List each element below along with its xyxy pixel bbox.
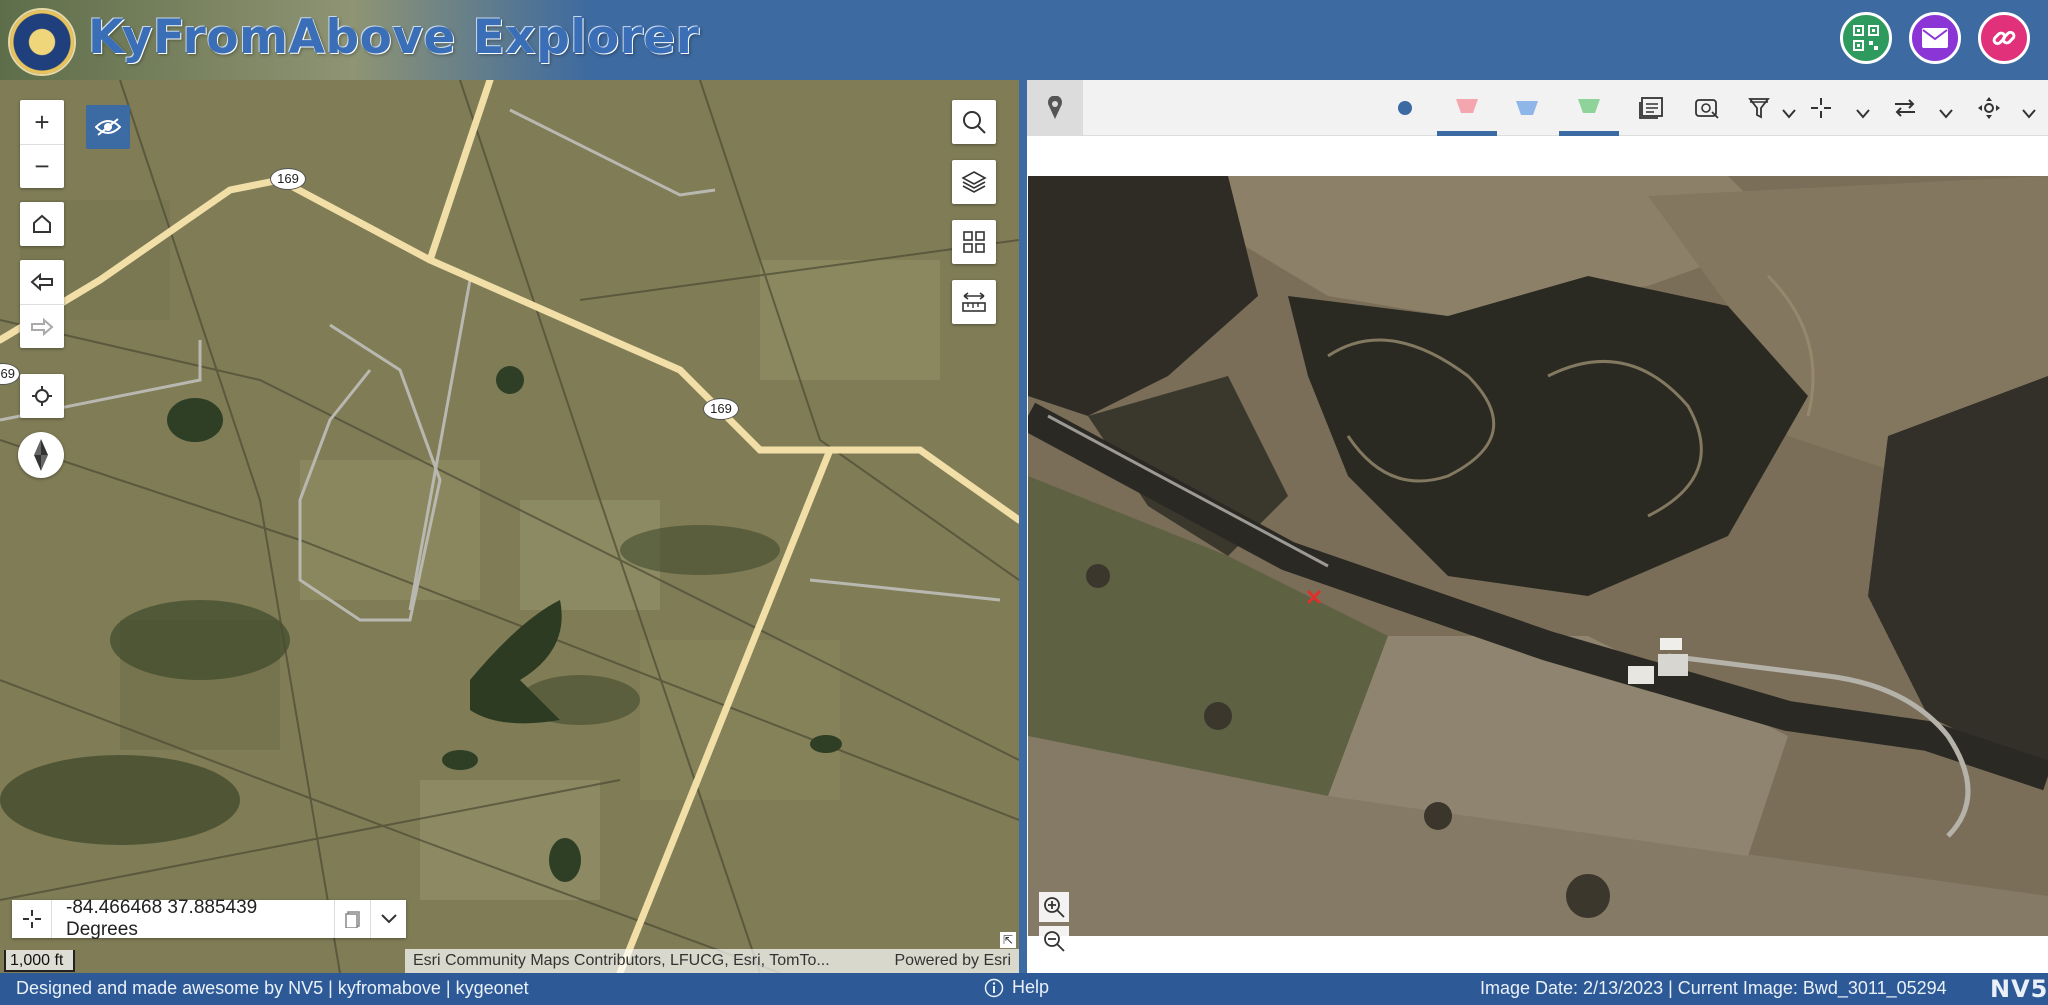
dot-icon (1398, 101, 1412, 115)
basemap-view[interactable]: 169 169 69 + − -84.466468 37.885439 Degr… (0, 80, 1019, 973)
coordinate-conversion-bar: -84.466468 37.885439 Degrees (12, 897, 406, 940)
pin-icon (1048, 96, 1062, 119)
image-toolbar (1027, 80, 2048, 136)
layers-button[interactable] (952, 160, 996, 204)
home-button[interactable] (20, 202, 64, 246)
search-icon (963, 111, 986, 134)
previous-extent-button[interactable] (20, 260, 64, 304)
image-info: Image Date: 2/13/2023 | Current Image: B… (1480, 978, 1947, 998)
image-list-button[interactable] (1621, 80, 1681, 136)
zoom-out-icon (1044, 931, 1065, 952)
zoom-in-button[interactable]: + (20, 100, 64, 144)
image-filter-icon (1695, 99, 1719, 119)
blue-trapezoid-icon (1516, 101, 1538, 115)
pan-button[interactable] (1959, 80, 2019, 136)
locate-button[interactable] (20, 374, 64, 418)
attribution-text: Esri Community Maps Contributors, LFUCG,… (413, 952, 830, 969)
nv5-logo: NV5 (1990, 975, 2048, 1003)
basemap-gallery-icon (963, 231, 985, 253)
pane-divider[interactable] (1019, 80, 1027, 973)
oblique-aerial-image[interactable] (1028, 176, 2048, 936)
pin-location-button[interactable] (1027, 80, 1083, 136)
basemap-gallery-button[interactable] (952, 220, 996, 264)
zoom-out-button[interactable]: − (20, 144, 64, 188)
navigation-history (20, 260, 64, 348)
arrow-left-icon (30, 273, 53, 291)
link-icon (1992, 30, 2016, 46)
arrow-right-icon (31, 317, 54, 336)
point-view-button[interactable] (1375, 80, 1435, 136)
swap-icon (1895, 99, 1915, 117)
compass-button[interactable] (18, 432, 64, 478)
crosshair-dropdown-icon[interactable] (1856, 106, 1870, 122)
locate-icon (32, 386, 52, 406)
image-list-icon (1639, 97, 1663, 119)
crosshair-icon (1811, 98, 1831, 118)
oblique-image-viewer (1027, 80, 2048, 973)
home-control (20, 202, 64, 246)
kentucky-seal-logo (8, 8, 76, 76)
zoom-controls: + − (20, 100, 64, 188)
email-icon (1922, 28, 1948, 48)
help-button[interactable]: Help (984, 977, 1049, 998)
search-button[interactable] (952, 100, 996, 144)
measure-button[interactable] (952, 280, 996, 324)
image-zoom-out-button[interactable] (1039, 926, 1069, 956)
filter-button[interactable] (1729, 80, 1789, 136)
coordinate-options-button[interactable] (370, 900, 406, 938)
pan-dropdown-icon[interactable] (2022, 106, 2036, 122)
share-link-button[interactable] (1978, 12, 2030, 64)
coordinate-readout: -84.466468 37.885439 Degrees (66, 897, 258, 940)
email-button[interactable] (1909, 12, 1961, 64)
funnel-icon (1748, 98, 1770, 119)
pan-icon (1978, 97, 2000, 119)
measure-icon (962, 292, 986, 312)
image-filter-button[interactable] (1677, 80, 1737, 136)
footer-credits[interactable]: Designed and made awesome by NV5 | kyfro… (16, 978, 529, 999)
help-label: Help (1012, 977, 1050, 997)
expand-attribution-button[interactable]: ⇱ (1000, 932, 1016, 948)
qr-code-icon (1853, 25, 1879, 51)
route-shield: 169 (270, 168, 306, 190)
green-trapezoid-icon (1578, 98, 1600, 113)
blue-view-button[interactable] (1497, 80, 1557, 136)
swap-dropdown-icon[interactable] (1939, 106, 1953, 122)
app-header: KyFromAbove Explorer (0, 0, 2048, 80)
route-shield: 169 (703, 398, 739, 420)
aerial-basemap[interactable] (0, 80, 1019, 973)
image-zoom-in-button[interactable] (1039, 892, 1069, 922)
eye-slash-icon (95, 118, 121, 136)
info-icon (984, 978, 1004, 997)
copy-icon (344, 911, 360, 928)
app-footer: Designed and made awesome by NV5 | kyfro… (0, 973, 2048, 1005)
pink-view-button[interactable] (1437, 80, 1497, 136)
qr-code-button[interactable] (1840, 12, 1892, 64)
compass-icon (34, 439, 48, 471)
home-icon (33, 214, 51, 233)
app-title: KyFromAbove Explorer (88, 10, 700, 65)
pink-trapezoid-icon (1456, 98, 1478, 113)
powered-by-esri[interactable]: Powered by Esri (895, 952, 1012, 970)
basemap-toggle-button[interactable] (86, 105, 130, 149)
capture-location-button[interactable] (12, 900, 52, 938)
locate-control (20, 374, 64, 418)
zoom-in-icon (1044, 897, 1065, 918)
crosshair-icon (22, 910, 41, 928)
scale-bar: 1,000 ft (4, 950, 76, 972)
swap-button[interactable] (1875, 80, 1935, 136)
chevron-down-icon (380, 914, 397, 924)
copy-coordinates-button[interactable] (334, 900, 370, 938)
crosshair-button[interactable] (1791, 80, 1851, 136)
layers-icon (961, 171, 987, 193)
map-attribution: Esri Community Maps Contributors, LFUCG,… (405, 949, 1019, 973)
next-extent-button[interactable] (20, 304, 64, 348)
green-view-button[interactable] (1559, 80, 1619, 136)
